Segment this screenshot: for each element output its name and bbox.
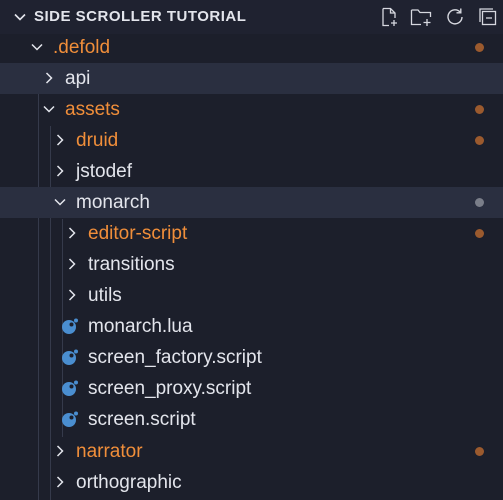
tree-item-monarch-lua[interactable]: monarch.lua [0,311,503,342]
explorer-panel: SIDE SCROLLER TUTORIAL .defold api asset… [0,0,503,500]
tree-item-label: orthographic [76,472,182,493]
chevron-right-icon [65,226,79,240]
modified-indicator [475,229,484,238]
collapse-all-icon[interactable] [476,5,500,29]
tree-item-orthographic[interactable]: orthographic [0,467,503,498]
tree-item-defold[interactable]: .defold [0,32,503,63]
lua-file-icon [61,380,78,397]
tree-item-assets[interactable]: assets [0,94,503,125]
chevron-right-icon [65,288,79,302]
tree-item-label: monarch.lua [88,316,193,337]
chevron-right-icon [53,164,67,178]
tree-item-screen-proxy-script[interactable]: screen_proxy.script [0,373,503,404]
tree-item-label: monarch [76,192,150,213]
modified-indicator [475,43,484,52]
tree-item-transitions[interactable]: transitions [0,249,503,280]
chevron-right-icon [65,257,79,271]
workspace-title: SIDE SCROLLER TUTORIAL [34,8,247,25]
tree-item-label: screen.script [88,409,196,430]
tree-item-druid[interactable]: druid [0,125,503,156]
lua-file-icon [61,318,78,335]
tree-item-label: druid [76,130,119,151]
tree-item-label: screen_factory.script [88,347,262,368]
modified-indicator [475,105,484,114]
tree-item-label: screen_proxy.script [88,378,252,399]
chevron-right-icon [42,71,56,85]
refresh-icon[interactable] [443,5,467,29]
lua-file-icon [61,349,78,366]
modified-indicator [475,136,484,145]
chevron-down-icon[interactable] [12,9,28,25]
tree-item-jstodef[interactable]: jstodef [0,156,503,187]
lua-file-icon [61,411,78,428]
chevron-right-icon [53,475,67,489]
modified-indicator [475,447,484,456]
tree-item-label: transitions [88,254,175,275]
chevron-down-icon [42,102,56,116]
chevron-down-icon [53,195,67,209]
tree-item-monarch[interactable]: monarch [0,187,503,218]
tree-item-screen-script[interactable]: screen.script [0,404,503,435]
chevron-right-icon [53,133,67,147]
tree-item-label: assets [65,99,120,120]
chevron-right-icon [53,444,67,458]
status-indicator [475,198,484,207]
tree-item-label: .defold [53,37,111,58]
tree-item-label: jstodef [76,161,132,182]
tree-item-utils[interactable]: utils [0,280,503,311]
tree-item-editor-script[interactable]: editor-script [0,218,503,249]
explorer-header[interactable]: SIDE SCROLLER TUTORIAL [0,0,503,34]
tree-item-label: utils [88,285,122,306]
tree-item-label: narrator [76,441,143,462]
chevron-down-icon [30,40,44,54]
tree-item-narrator[interactable]: narrator [0,436,503,467]
tree-item-api[interactable]: api [0,63,503,94]
new-folder-icon[interactable] [409,5,433,29]
tree-item-label: api [65,68,91,89]
tree-item-label: editor-script [88,223,188,244]
new-file-icon[interactable] [377,5,401,29]
tree-item-screen-factory-script[interactable]: screen_factory.script [0,342,503,373]
